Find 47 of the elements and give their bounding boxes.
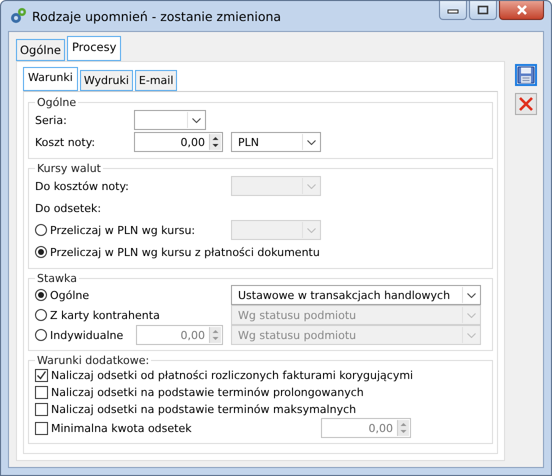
tab[interactable]: Warunki	[23, 67, 78, 91]
chevron-down-icon	[466, 292, 476, 298]
save-button[interactable]	[515, 64, 537, 86]
close-icon	[516, 5, 528, 15]
radio-button[interactable]: Przeliczaj w PLN wg kursu:	[35, 224, 231, 236]
spin-arrows-icon	[212, 328, 219, 342]
gears-icon	[9, 7, 27, 25]
chevron-down-icon	[466, 332, 476, 338]
group-title: Warunki dodatkowe:	[36, 354, 150, 367]
spin-arrows-icon	[212, 135, 219, 149]
checkbox[interactable]: Naliczaj odsetki na podstawie terminów maksymalnych	[35, 403, 356, 416]
chevron-down-icon	[466, 312, 476, 318]
checkbox[interactable]: Minimalna kwota odsetek	[35, 422, 321, 434]
field-label: Do odsetek:	[35, 202, 102, 214]
group-title: Ogólne	[36, 96, 78, 109]
field-label: Do kosztów noty:	[35, 180, 130, 192]
maximize-button[interactable]	[469, 1, 497, 20]
radio-button[interactable]: Z karty kontrahenta	[35, 308, 231, 322]
tab[interactable]: Ogólne	[16, 39, 65, 61]
cost-spinner[interactable]: 0,00	[134, 132, 223, 152]
chevron-down-icon	[306, 184, 316, 188]
radio-button[interactable]: Ogólne	[35, 288, 231, 302]
tab[interactable]: Wydruki	[80, 70, 133, 91]
chevron-down-icon	[306, 140, 316, 144]
minimize-button[interactable]	[439, 1, 467, 20]
rate-dropdown[interactable]: Ustawowe w transakcjach handlowych	[231, 285, 481, 305]
chevron-down-icon	[192, 118, 200, 122]
group-title: Kursy walut	[36, 162, 102, 175]
window-title: Rodzaje upomnień - zostanie zmieniona	[32, 8, 282, 24]
spin-arrows-icon	[400, 421, 407, 435]
checkbox[interactable]: Naliczaj odsetki od płatności rozliczonych fakturami korygującymi	[35, 369, 414, 382]
currency-dropdown[interactable]: PLN	[231, 132, 321, 152]
cancel-button[interactable]	[515, 93, 537, 115]
field-label: Koszt noty:	[35, 136, 96, 148]
series-dropdown[interactable]	[134, 110, 206, 130]
close-button[interactable]	[499, 1, 544, 20]
tab[interactable]: E-mail	[134, 70, 178, 91]
group-title: Stawka	[36, 272, 78, 285]
radio-button[interactable]: Przeliczaj w PLN wg kursu z płatności dokumentu	[35, 246, 320, 258]
maximize-icon	[477, 5, 489, 15]
check-icon	[36, 370, 47, 381]
field-label: Seria:	[35, 114, 68, 126]
cross-icon	[518, 96, 534, 112]
tab[interactable]: Procesy	[66, 36, 122, 61]
checkbox[interactable]: Naliczaj odsetki na podstawie terminów prolongowanych	[35, 386, 364, 399]
radio-button[interactable]: Indywidualne	[35, 328, 136, 342]
chevron-down-icon	[306, 228, 316, 232]
